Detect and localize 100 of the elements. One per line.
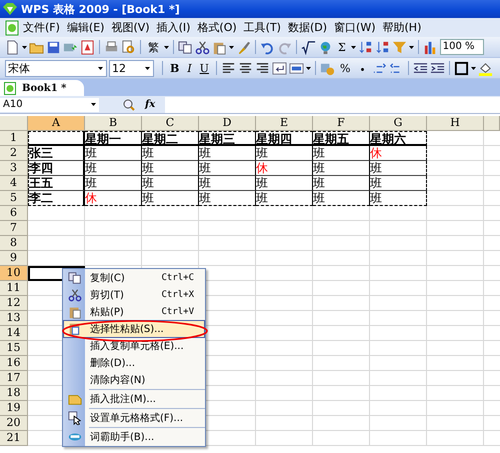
menu-item[interactable]: 数据(D) xyxy=(284,20,330,35)
dropdown-caret-icon[interactable] xyxy=(145,66,150,70)
menu-item[interactable]: 格式(O) xyxy=(194,20,240,35)
row-header[interactable]: 7 xyxy=(0,221,28,236)
row-header[interactable]: 9 xyxy=(0,251,28,266)
sum-button[interactable]: Σ xyxy=(335,40,349,54)
sheet-tab[interactable]: Book1 * xyxy=(0,80,84,96)
table-cell: 班 xyxy=(85,161,142,176)
save-icon[interactable] xyxy=(46,40,61,54)
row-header[interactable]: 12 xyxy=(0,296,28,311)
menu-item[interactable]: 插入批注(M)... xyxy=(64,391,204,407)
active-cell[interactable] xyxy=(28,266,85,281)
brush-icon[interactable] xyxy=(236,40,251,54)
row-header[interactable]: 5 xyxy=(0,191,28,206)
column-header[interactable]: B xyxy=(85,116,142,131)
italic-button[interactable]: I xyxy=(184,62,195,74)
sort-za-icon[interactable] xyxy=(374,40,390,54)
column-header[interactable]: G xyxy=(370,116,427,131)
row-header[interactable]: 18 xyxy=(0,386,28,401)
new-document-icon[interactable] xyxy=(5,40,20,54)
dropdown-caret-icon[interactable] xyxy=(306,66,311,70)
column-header[interactable]: A xyxy=(28,116,85,131)
bold-button[interactable]: B xyxy=(167,62,182,74)
zoom-field[interactable]: 100 % xyxy=(440,39,484,55)
menu-item[interactable]: 文件(F) xyxy=(20,20,63,35)
menu-item[interactable]: 插入(I) xyxy=(154,20,194,35)
menu-item[interactable]: 窗口(W) xyxy=(331,20,378,35)
formula-field[interactable] xyxy=(165,96,500,112)
column-header[interactable]: D xyxy=(199,116,256,131)
menu-item[interactable]: 剪切(T) Ctrl+X xyxy=(64,287,204,303)
percent-button[interactable]: % xyxy=(336,62,354,74)
row-header[interactable]: 16 xyxy=(0,356,28,371)
dropdown-caret-icon[interactable] xyxy=(350,46,356,48)
row-header[interactable]: 11 xyxy=(0,281,28,296)
font-size-field[interactable]: 12 xyxy=(109,60,154,76)
dropdown-caret-icon[interactable] xyxy=(164,46,169,48)
menu-item[interactable]: 编辑(E) xyxy=(64,20,108,35)
column-header[interactable]: F xyxy=(313,116,370,131)
underline-button[interactable]: U xyxy=(196,62,212,74)
function-button[interactable]: fx xyxy=(145,99,156,110)
align-right-icon[interactable] xyxy=(254,60,270,76)
sort-az-icon[interactable] xyxy=(358,40,373,54)
column-header[interactable]: E xyxy=(256,116,313,131)
chart-icon[interactable] xyxy=(422,40,438,54)
row-header[interactable]: 10 xyxy=(0,266,28,281)
print-icon[interactable] xyxy=(104,40,119,54)
table-cell: 班 xyxy=(142,191,199,206)
menu-item[interactable]: 删除(D)... xyxy=(64,355,204,371)
table-cell: 星期三 xyxy=(199,131,256,146)
dropdown-caret-icon[interactable] xyxy=(22,46,27,48)
copy-icon[interactable] xyxy=(178,40,193,54)
column-header[interactable]: H xyxy=(427,116,484,131)
fill-color-icon[interactable] xyxy=(478,60,494,76)
row-header[interactable]: 14 xyxy=(0,326,28,341)
menu-item[interactable]: 复制(C) Ctrl+C xyxy=(64,270,204,286)
align-center-icon[interactable] xyxy=(238,60,253,76)
table-cell: 班 xyxy=(370,161,427,176)
dropdown-caret-icon[interactable] xyxy=(408,46,414,48)
decimal-more-icon[interactable] xyxy=(372,60,388,76)
menu-item[interactable]: 视图(V) xyxy=(108,20,153,35)
pdf-icon[interactable] xyxy=(80,40,95,54)
border-icon[interactable] xyxy=(454,60,470,76)
indent-more-icon[interactable] xyxy=(430,60,446,76)
menu-item[interactable]: 帮助(H) xyxy=(380,20,424,35)
row-header[interactable]: 15 xyxy=(0,341,28,356)
cut-icon[interactable] xyxy=(195,40,210,54)
zoom-icon[interactable] xyxy=(123,98,135,110)
row-header[interactable]: 21 xyxy=(0,431,28,446)
dropdown-caret-icon[interactable] xyxy=(91,103,96,106)
row-header[interactable]: 17 xyxy=(0,371,28,386)
dropdown-caret-icon[interactable] xyxy=(471,66,476,70)
merge-icon[interactable] xyxy=(288,60,304,76)
menu-item[interactable]: 工具(T) xyxy=(240,20,284,35)
preview-icon[interactable] xyxy=(121,40,136,54)
table-cell: 班 xyxy=(256,146,313,161)
table-cell: 班 xyxy=(313,191,370,206)
row-header[interactable]: 1 xyxy=(0,131,28,146)
row-header[interactable]: 20 xyxy=(0,416,28,431)
dropdown-caret-icon[interactable] xyxy=(229,46,234,48)
row-header[interactable]: 19 xyxy=(0,401,28,416)
row-header[interactable]: 3 xyxy=(0,161,28,176)
menu-item[interactable]: 词霸助手(B)... xyxy=(64,429,204,445)
name-box[interactable]: A10 xyxy=(0,98,99,112)
row-header[interactable]: 8 xyxy=(0,236,28,251)
traditional-button[interactable]: 繁 xyxy=(145,40,162,54)
sqrt-icon[interactable] xyxy=(301,40,316,54)
align-left-icon[interactable] xyxy=(220,60,236,76)
row-header[interactable]: 4 xyxy=(0,176,28,191)
row-header[interactable]: 6 xyxy=(0,206,28,221)
wrap-icon[interactable] xyxy=(272,60,287,76)
row-header[interactable]: 2 xyxy=(0,146,28,161)
menu-item[interactable]: 插入复制单元格(E)... xyxy=(64,338,204,354)
dropdown-caret-icon[interactable] xyxy=(98,66,103,70)
row-header[interactable]: 13 xyxy=(0,311,28,326)
font-field[interactable]: 宋体 xyxy=(5,60,107,76)
menu-item[interactable]: 清除内容(N) xyxy=(64,372,204,388)
menu-item[interactable]: 粘贴(P) Ctrl+V xyxy=(64,304,204,320)
indent-less-icon[interactable] xyxy=(413,60,428,76)
column-header[interactable]: C xyxy=(142,116,199,131)
menu-item[interactable]: 设置单元格格式(F)... xyxy=(64,410,204,426)
